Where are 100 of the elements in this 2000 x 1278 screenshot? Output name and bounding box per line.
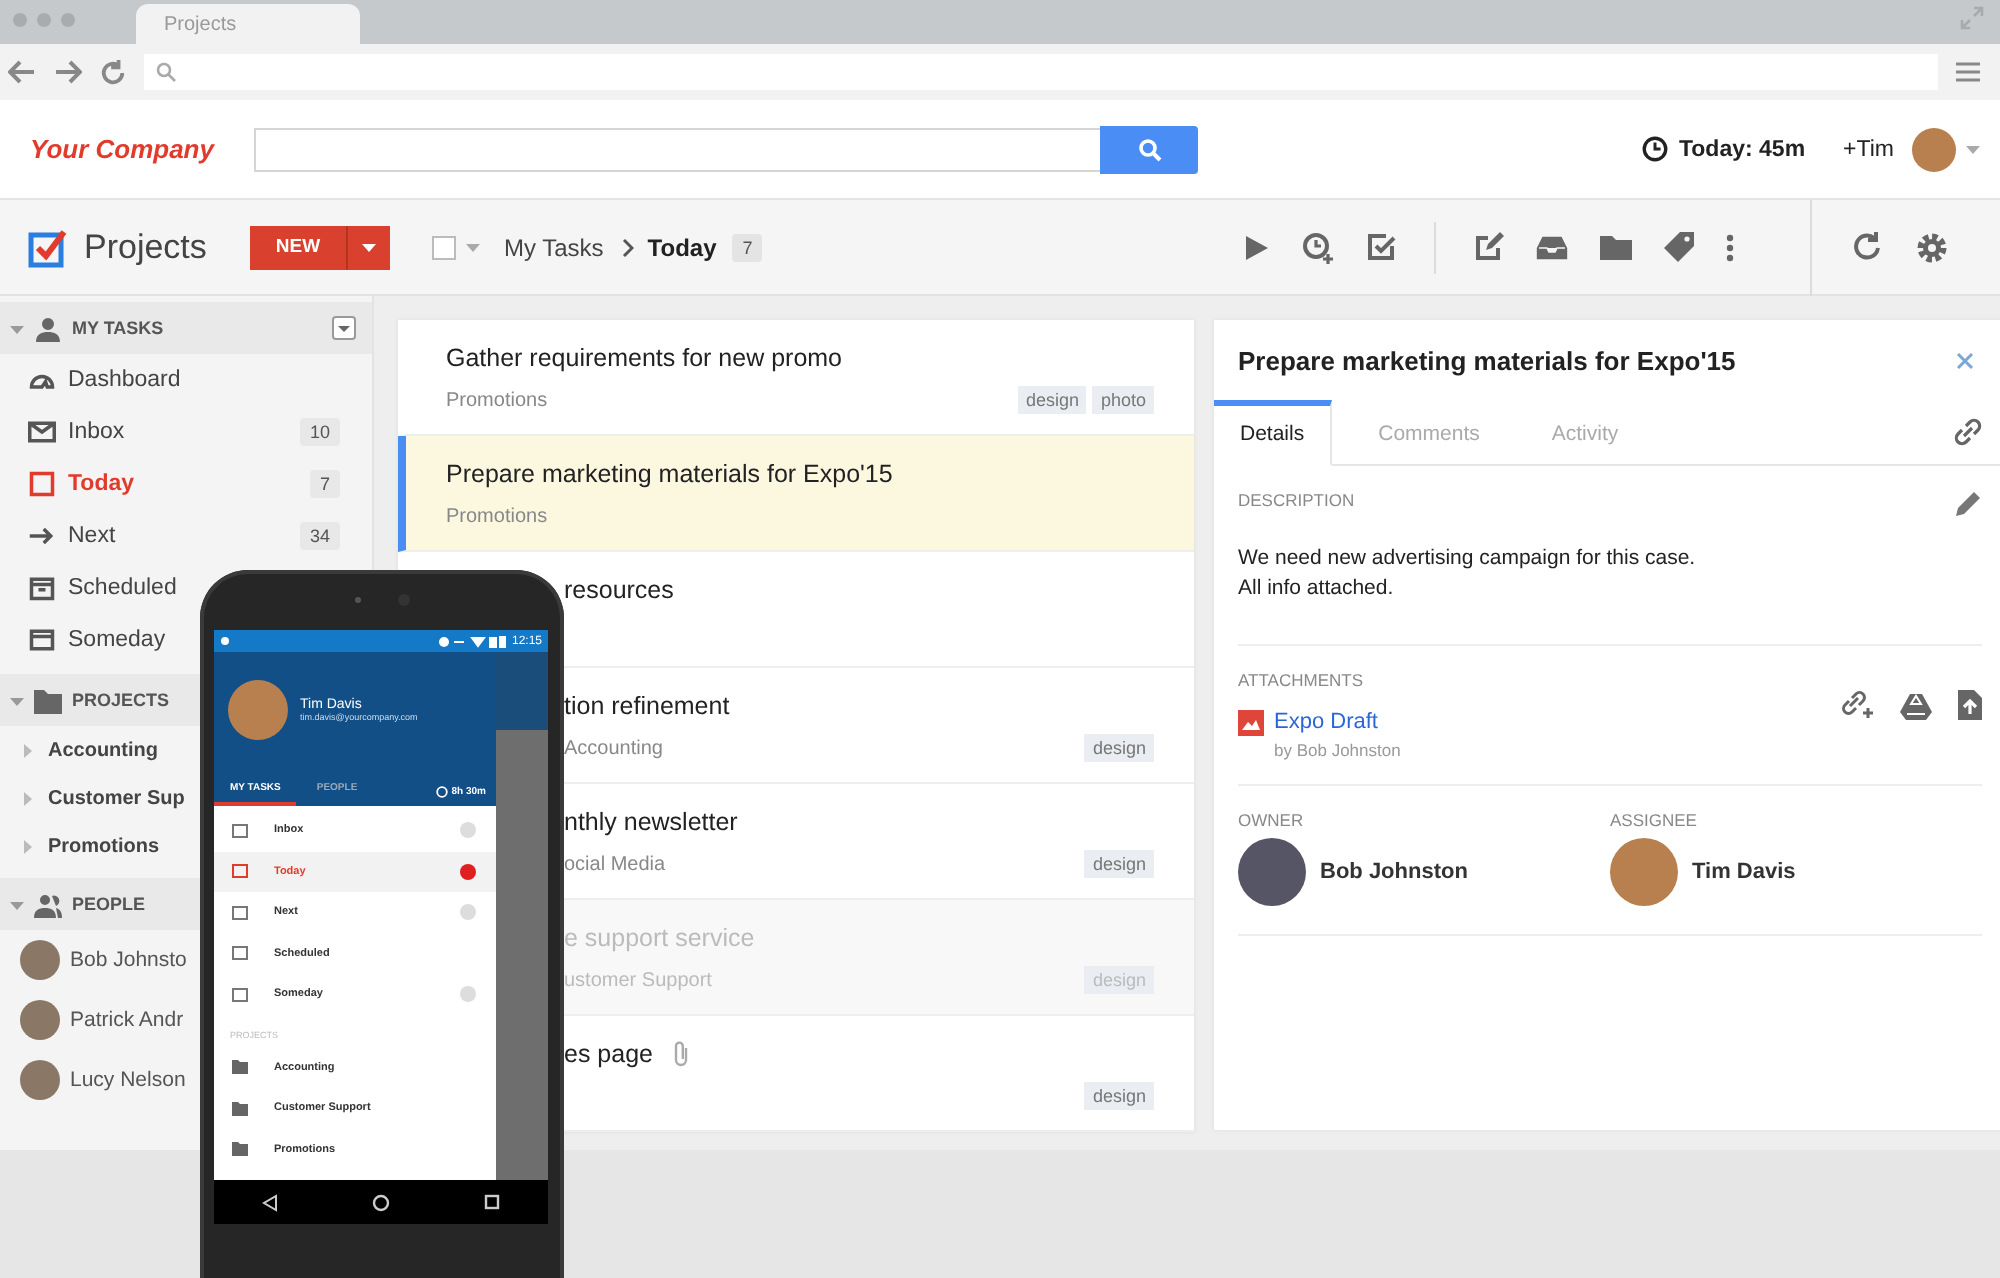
task-title: nthly newsletter [564, 807, 738, 835]
description-text: We need new advertising campaign for this case. All info attached. [1238, 544, 1698, 604]
reload-icon[interactable] [100, 59, 126, 85]
clock-plus-icon[interactable] [1302, 231, 1334, 263]
avatar [20, 940, 60, 980]
company-logo[interactable]: Your Company [30, 134, 254, 164]
task-project: Promotions [446, 389, 548, 411]
play-icon[interactable] [1242, 233, 1270, 261]
home-icon[interactable] [371, 1193, 390, 1211]
task-row[interactable]: Prepare marketing materials for Expo'15 Promotions [398, 436, 1194, 552]
edit-icon[interactable] [1474, 232, 1504, 262]
recents-icon[interactable] [484, 1194, 501, 1210]
link-icon[interactable] [1954, 418, 1982, 446]
forward-icon[interactable] [54, 60, 82, 84]
project-item[interactable]: Customer Sup [0, 774, 189, 822]
task-title: Gather requirements for new promo [446, 343, 843, 371]
attachment-author: by Bob Johnston [1274, 740, 1401, 760]
arrow-icon [28, 522, 56, 550]
avatar [1610, 838, 1678, 906]
tag[interactable]: design [1084, 734, 1154, 762]
section-label: ATTACHMENTS [1238, 670, 1363, 690]
folder-icon [232, 1142, 248, 1157]
task-project: ocial Media [564, 853, 666, 875]
breadcrumb-current: Today [647, 233, 717, 261]
caret-icon [10, 693, 24, 707]
back-icon[interactable] [261, 1193, 278, 1211]
timer-text: Today: 45m [1678, 137, 1806, 161]
tag-icon[interactable] [1664, 232, 1694, 262]
page-title: Projects [84, 227, 209, 267]
breadcrumb-link[interactable]: My Tasks [504, 233, 604, 261]
search-icon [156, 62, 176, 82]
section-title: PEOPLE [72, 894, 146, 914]
section-header[interactable]: MY TASKS [0, 302, 372, 354]
upload-file-icon[interactable] [1958, 690, 1982, 720]
settings-icon[interactable] [1914, 229, 1950, 265]
user-link[interactable]: +Tim [1843, 137, 1894, 161]
task-title: Prepare marketing materials for Expo'15 [446, 459, 893, 487]
folder-icon [232, 1060, 248, 1075]
clock-icon [435, 786, 448, 798]
tag[interactable]: photo [1092, 386, 1154, 414]
caret-icon [24, 743, 32, 757]
clock-icon [1642, 136, 1669, 162]
menu-icon[interactable] [1956, 62, 1980, 82]
status-icons [437, 635, 506, 647]
project-item[interactable]: Promotions [0, 822, 164, 870]
address-field[interactable] [144, 54, 1938, 90]
more-icon[interactable] [1726, 233, 1734, 261]
pencil-icon[interactable] [1954, 490, 1982, 518]
checkbox-logo-icon [28, 225, 72, 269]
person-item[interactable]: Lucy Nelson [0, 1050, 190, 1110]
avatar [228, 680, 288, 740]
folder-icon[interactable] [1600, 234, 1632, 260]
people-icon [34, 891, 62, 917]
sidebar-item[interactable]: Dashboard [0, 354, 189, 406]
owner-label: OWNER [1238, 810, 1306, 830]
speaker-icon [352, 594, 412, 606]
person-item[interactable]: Patrick Andr [0, 990, 188, 1050]
caret-icon [24, 839, 32, 853]
folder-icon [232, 1101, 248, 1116]
new-button[interactable]: NEW [250, 225, 346, 269]
image-file-icon [1238, 710, 1264, 736]
tag[interactable]: design [1017, 386, 1087, 414]
caret-icon [10, 321, 24, 335]
task-title: e support service [564, 923, 755, 951]
search-field[interactable] [254, 127, 1100, 171]
tag[interactable]: design [1084, 1082, 1154, 1110]
task-project: ustomer Support [564, 969, 712, 991]
caret-icon [10, 897, 24, 911]
checked-box-icon[interactable] [1366, 232, 1396, 262]
avatar [20, 1000, 60, 1040]
chevron-right-icon [621, 237, 634, 257]
task-title: resources [564, 575, 674, 603]
refresh-icon[interactable] [1852, 232, 1882, 262]
project-item[interactable]: Accounting [0, 726, 162, 774]
avatar[interactable] [1912, 127, 1956, 171]
new-dropdown-button[interactable] [346, 225, 390, 269]
tag[interactable]: design [1084, 850, 1154, 878]
triangle-drive-icon[interactable] [1900, 691, 1932, 719]
assignee-name: Tim Davis [1692, 860, 1796, 884]
tab[interactable]: Details [1214, 400, 1333, 466]
person-item[interactable]: Bob Johnsto [0, 930, 191, 990]
task-title: tion refinement [564, 691, 730, 719]
section-title: PROJECTS [72, 690, 170, 710]
search-button[interactable] [1100, 125, 1198, 173]
sidebar-item[interactable]: Someday [0, 614, 174, 666]
box-icon [28, 626, 56, 654]
sidebar-item[interactable]: Scheduled [0, 562, 185, 614]
sidebar-item[interactable]: Next 34 [0, 510, 372, 562]
caret-icon [362, 243, 376, 251]
select-checkbox[interactable] [432, 235, 456, 259]
sidebar-item[interactable]: Inbox 10 [0, 406, 372, 458]
sidebar-item[interactable]: Today 7 [0, 458, 372, 510]
attachment-link[interactable]: Expo Draft [1274, 710, 1401, 734]
add-link-icon[interactable] [1842, 690, 1874, 720]
avatar [20, 1060, 60, 1100]
owner-name: Bob Johnston [1320, 860, 1468, 884]
avatar [1238, 838, 1306, 906]
dropdown-icon[interactable] [332, 316, 356, 340]
search-icon [1137, 137, 1161, 161]
window-dots-icon [12, 12, 80, 28]
